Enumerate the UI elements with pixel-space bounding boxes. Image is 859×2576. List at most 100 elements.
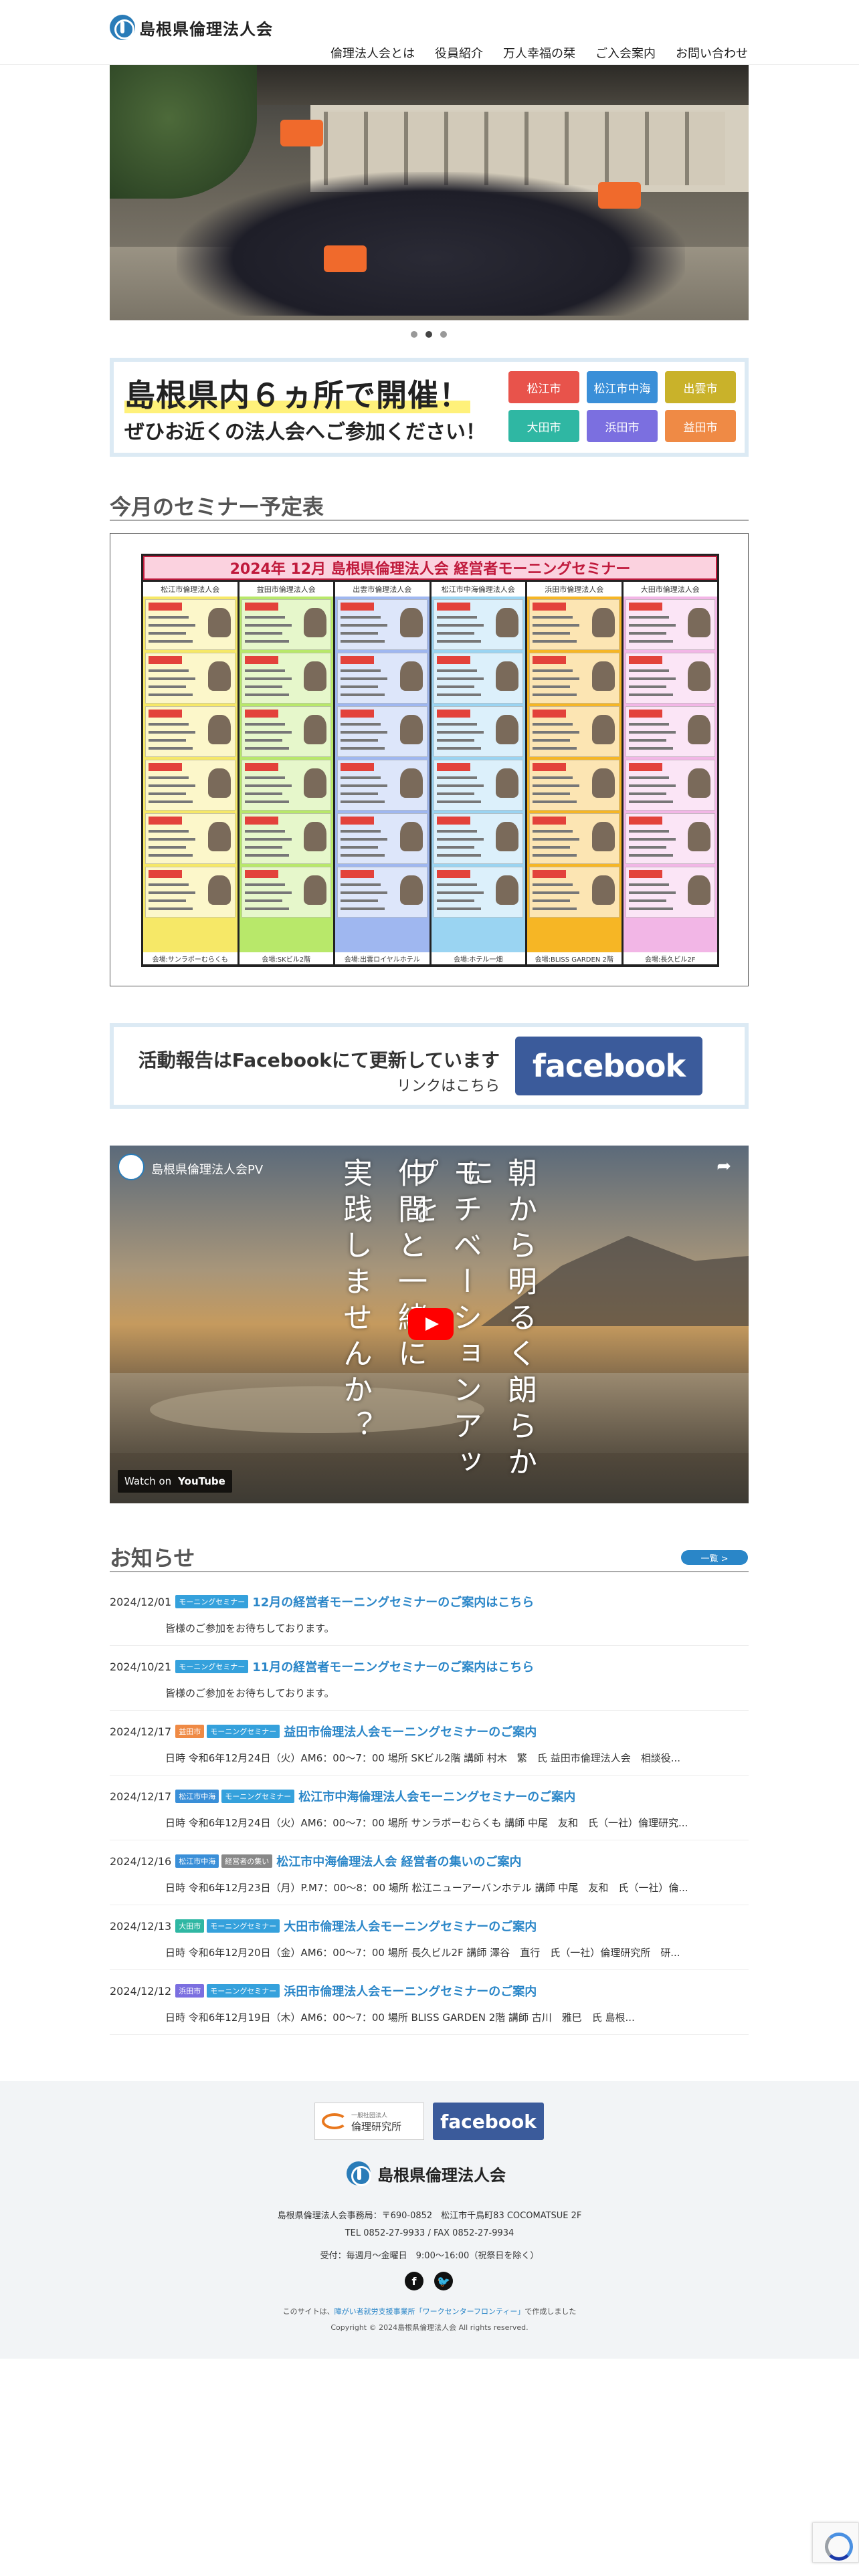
- schedule-cell: [625, 813, 715, 864]
- site-logo[interactable]: 島根県倫理法人会: [110, 15, 273, 40]
- main-nav: 倫理法人会とは 役員紹介 万人幸福の栞 ご入会案内 お問い合わせ: [330, 44, 748, 62]
- news-date: 2024/12/13: [110, 1919, 172, 1933]
- schedule-cell: [145, 599, 235, 650]
- seminar-schedule-image[interactable]: 2024年 12月 島根県倫理法人会 経営者モーニングセミナー 松江市倫理法人会…: [141, 554, 719, 967]
- watch-on-label: Watch on: [124, 1475, 172, 1487]
- news-item: 2024/12/17 益田市 モーニングセミナー 益田市倫理法人会モーニングセミナーの…: [110, 1711, 749, 1776]
- speaker-photo: [496, 875, 518, 905]
- footer-logo[interactable]: 島根県倫理法人会: [347, 2161, 506, 2186]
- rinri-institute-banner[interactable]: 一般社団法人 倫理研究所: [314, 2103, 424, 2140]
- youtube-video-embed[interactable]: 島根県倫理法人会PV ➦ 朝から明るく朗らかに モチベーションアップを 仲間と一…: [110, 1146, 749, 1503]
- news-title-link[interactable]: 12月の経営者モーニングセミナーのご案内はこちら: [252, 1593, 534, 1610]
- venue-title: 島根県内６ヵ所で開催！: [124, 377, 470, 413]
- city-button-matsue[interactable]: 松江市: [508, 371, 579, 403]
- category-badge[interactable]: 大田市: [175, 1919, 205, 1933]
- news-more-button[interactable]: 一覧 >: [681, 1550, 748, 1565]
- city-button-hamada[interactable]: 浜田市: [587, 410, 658, 442]
- nav-about[interactable]: 倫理法人会とは: [330, 44, 415, 62]
- schedule-cell: [433, 867, 523, 918]
- news-title-link[interactable]: 松江市中海倫理法人会 経営者の集いのご案内: [276, 1852, 521, 1870]
- category-badge[interactable]: モーニングセミナー: [207, 1919, 280, 1933]
- category-badge[interactable]: モーニングセミナー: [175, 1595, 249, 1608]
- schedule-column: 益田市倫理法人会 会場:SKビル2階: [239, 582, 333, 964]
- category-badge[interactable]: 浜田市: [175, 1984, 205, 1998]
- hero-slider-image[interactable]: [110, 65, 749, 320]
- news-title-link[interactable]: 11月の経営者モーニングセミナーのご案内はこちら: [252, 1658, 534, 1675]
- youtube-logo-icon: YouTube: [178, 1475, 225, 1487]
- schedule-column-title: 松江市中海倫理法人会: [431, 582, 525, 597]
- news-title-link[interactable]: 松江市中海倫理法人会モーニングセミナーのご案内: [298, 1788, 575, 1805]
- news-title-link[interactable]: 益田市倫理法人会モーニングセミナーのご案内: [284, 1723, 537, 1740]
- footer-credit: このサイトは、障がい者就労支援事業所「ワークセンターフロンティー」で作成しました: [282, 2307, 577, 2316]
- logo-emblem-icon: [347, 2161, 371, 2186]
- news-date: 2024/12/12: [110, 1984, 172, 1998]
- schedule-cell: [337, 867, 427, 918]
- schedule-column: 浜田市倫理法人会 会場:BLISS GARDEN 2階: [527, 582, 622, 964]
- speaker-photo: [591, 822, 615, 851]
- city-button-masuda[interactable]: 益田市: [665, 410, 736, 442]
- share-icon[interactable]: ➦: [717, 1156, 731, 1176]
- city-button-matsue-nakaumi[interactable]: 松江市中海: [587, 371, 658, 403]
- speaker-photo: [688, 715, 710, 744]
- news-excerpt: 日時 令和6年12月19日（木）AM6：00〜7：00 場所 BLISS GAR…: [165, 2012, 635, 2024]
- channel-avatar-icon[interactable]: [118, 1154, 145, 1180]
- news-item: 2024/12/01 モーニングセミナー 12月の経営者モーニングセミナーのご案内は…: [110, 1581, 749, 1646]
- footer-facebook-banner[interactable]: facebook: [433, 2103, 544, 2140]
- schedule-cell: [433, 599, 523, 650]
- nav-contact[interactable]: お問い合わせ: [676, 44, 748, 62]
- category-badge[interactable]: 松江市中海: [175, 1790, 219, 1803]
- slider-dot[interactable]: [411, 331, 417, 338]
- facebook-logo[interactable]: facebook: [515, 1037, 702, 1095]
- city-button-ohda[interactable]: 大田市: [508, 410, 579, 442]
- speaker-photo: [304, 768, 326, 798]
- category-badge[interactable]: モーニングセミナー: [207, 1725, 280, 1738]
- speaker-photo: [591, 768, 615, 798]
- category-badge[interactable]: 松江市中海: [175, 1854, 219, 1868]
- watch-on-youtube-button[interactable]: Watch on YouTube: [118, 1470, 232, 1493]
- facebook-icon[interactable]: f: [405, 2272, 423, 2290]
- site-header: 島根県倫理法人会 倫理法人会とは 役員紹介 万人幸福の栞 ご入会案内 お問い合わ…: [0, 0, 859, 65]
- site-footer: 一般社団法人 倫理研究所 facebook 島根県倫理法人会 島根県倫理法人会事…: [0, 2081, 859, 2359]
- hero-photo-flag: [280, 120, 323, 146]
- speaker-photo: [688, 822, 710, 851]
- slider-dot[interactable]: [440, 331, 447, 338]
- category-badge[interactable]: モーニングセミナー: [221, 1790, 295, 1803]
- seminar-schedule-box: 2024年 12月 島根県倫理法人会 経営者モーニングセミナー 松江市倫理法人会…: [110, 533, 749, 986]
- work-center-link[interactable]: 障がい者就労支援事業所「ワークセンターフロンティー」: [335, 2307, 525, 2316]
- category-badge[interactable]: モーニングセミナー: [175, 1660, 249, 1673]
- nav-membership[interactable]: ご入会案内: [595, 44, 656, 62]
- nav-happiness-guide[interactable]: 万人幸福の栞: [503, 44, 575, 62]
- recaptcha-badge-icon[interactable]: [812, 2523, 859, 2563]
- slider-dot-active[interactable]: [425, 331, 432, 338]
- speaker-photo: [591, 608, 615, 637]
- schedule-columns: 松江市倫理法人会 会場:サンラポーむらくも 益田市倫理法人会 会場:SKビル2階 出雲市…: [143, 582, 717, 964]
- nav-officers[interactable]: 役員紹介: [435, 44, 483, 62]
- facebook-banner[interactable]: 活動報告はFacebookにて更新しています リンクはこちら facebook: [110, 1023, 749, 1109]
- schedule-cell: [337, 653, 427, 704]
- category-badge[interactable]: モーニングセミナー: [207, 1984, 280, 1998]
- speaker-photo: [591, 661, 615, 691]
- news-date: 2024/10/21: [110, 1660, 172, 1673]
- city-button-izumo[interactable]: 出雲市: [665, 371, 736, 403]
- speaker-photo: [688, 875, 710, 905]
- play-button-icon[interactable]: [408, 1308, 454, 1340]
- twitter-icon[interactable]: 🐦: [434, 2272, 453, 2290]
- speaker-photo: [207, 875, 231, 905]
- schedule-cell: [241, 599, 331, 650]
- section-divider: [110, 520, 749, 521]
- news-excerpt: 日時 令和6年12月20日（金）AM6：00〜7：00 場所 長久ビル2F 講師…: [165, 1947, 680, 1959]
- news-title-link[interactable]: 大田市倫理法人会モーニングセミナーのご案内: [284, 1917, 537, 1935]
- news-item: 2024/10/21 モーニングセミナー 11月の経営者モーニングセミナーのご案内は…: [110, 1646, 749, 1711]
- slider-dots: [411, 331, 447, 338]
- city-buttons: 松江市 松江市中海 出雲市 大田市 浜田市 益田市: [508, 371, 736, 442]
- speaker-photo: [399, 661, 423, 691]
- video-title[interactable]: 島根県倫理法人会PV: [151, 1160, 263, 1178]
- speaker-photo: [496, 661, 518, 691]
- category-badge[interactable]: 経営者の集い: [221, 1854, 273, 1868]
- news-date: 2024/12/01: [110, 1595, 172, 1608]
- schedule-cell: [529, 653, 619, 704]
- category-badge[interactable]: 益田市: [175, 1725, 205, 1738]
- news-date: 2024/12/17: [110, 1725, 172, 1738]
- news-title-link[interactable]: 浜田市倫理法人会モーニングセミナーのご案内: [284, 1982, 537, 2000]
- schedule-column-venue: 会場:出雲ロイヤルホテル: [335, 952, 430, 964]
